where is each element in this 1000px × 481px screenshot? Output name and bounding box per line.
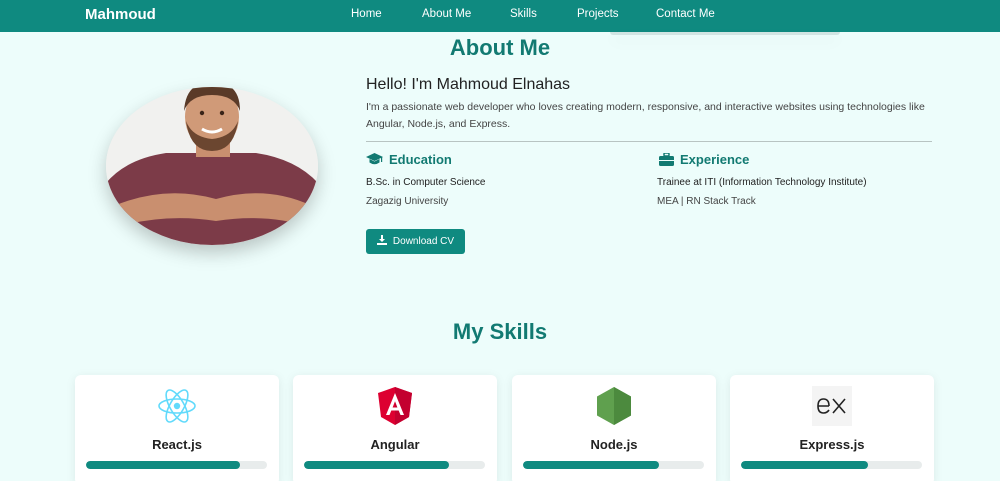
react-icon xyxy=(157,386,197,426)
nav-link-about[interactable]: About Me xyxy=(422,8,471,20)
briefcase-icon xyxy=(659,153,674,166)
experience-track: MEA | RN Stack Track xyxy=(657,196,756,207)
nav-link-home[interactable]: Home xyxy=(351,8,382,20)
nav-link-contact[interactable]: Contact Me xyxy=(656,8,715,20)
skills-title: My Skills xyxy=(452,319,548,344)
nav-link-skills[interactable]: Skills xyxy=(510,8,537,20)
experience-role: Trainee at ITI (Information Technology I… xyxy=(657,177,867,188)
about-divider xyxy=(366,141,932,142)
skill-progress-track xyxy=(304,461,485,469)
angular-icon xyxy=(375,386,415,426)
skill-card-node: Node.js xyxy=(512,375,716,481)
nodejs-icon xyxy=(594,386,634,426)
download-cv-label: Download CV xyxy=(392,236,455,247)
skill-progress-fill xyxy=(741,461,868,469)
profile-photo xyxy=(106,87,318,245)
skill-name: React.js xyxy=(152,437,202,452)
intro-paragraph: I'm a passionate web developer who loves… xyxy=(366,101,925,130)
navbar: Mahmoud Home About Me Skills Projects Co… xyxy=(0,0,1000,32)
experience-heading: Experience xyxy=(659,152,749,167)
skill-progress-track xyxy=(523,461,704,469)
skill-card-express: Express.js xyxy=(730,375,934,481)
nav-links: Home About Me Skills Projects Contact Me xyxy=(0,8,1000,28)
about-title: About Me xyxy=(449,35,551,60)
skill-card-angular: Angular xyxy=(293,375,497,481)
education-label: Education xyxy=(389,152,452,167)
education-university: Zagazig University xyxy=(366,196,449,207)
skill-progress-fill xyxy=(304,461,449,469)
skill-progress-track xyxy=(86,461,267,469)
education-degree: B.Sc. in Computer Science xyxy=(366,177,486,188)
nav-link-projects[interactable]: Projects xyxy=(577,8,619,20)
skill-name: Angular xyxy=(370,437,420,452)
skill-name: Express.js xyxy=(799,437,865,452)
education-heading: Education xyxy=(366,152,452,167)
download-cv-button[interactable]: Download CV xyxy=(366,229,465,254)
skill-progress-track xyxy=(741,461,922,469)
skill-card-react: React.js xyxy=(75,375,279,481)
skill-progress-fill xyxy=(86,461,240,469)
skill-progress-fill xyxy=(523,461,659,469)
skill-name: Node.js xyxy=(590,437,638,452)
experience-label: Experience xyxy=(680,152,750,167)
express-icon xyxy=(812,386,852,426)
greeting-heading: Hello! I'm Mahmoud Elnahas xyxy=(366,76,571,93)
download-icon xyxy=(376,235,387,248)
graduation-cap-icon xyxy=(366,153,383,166)
